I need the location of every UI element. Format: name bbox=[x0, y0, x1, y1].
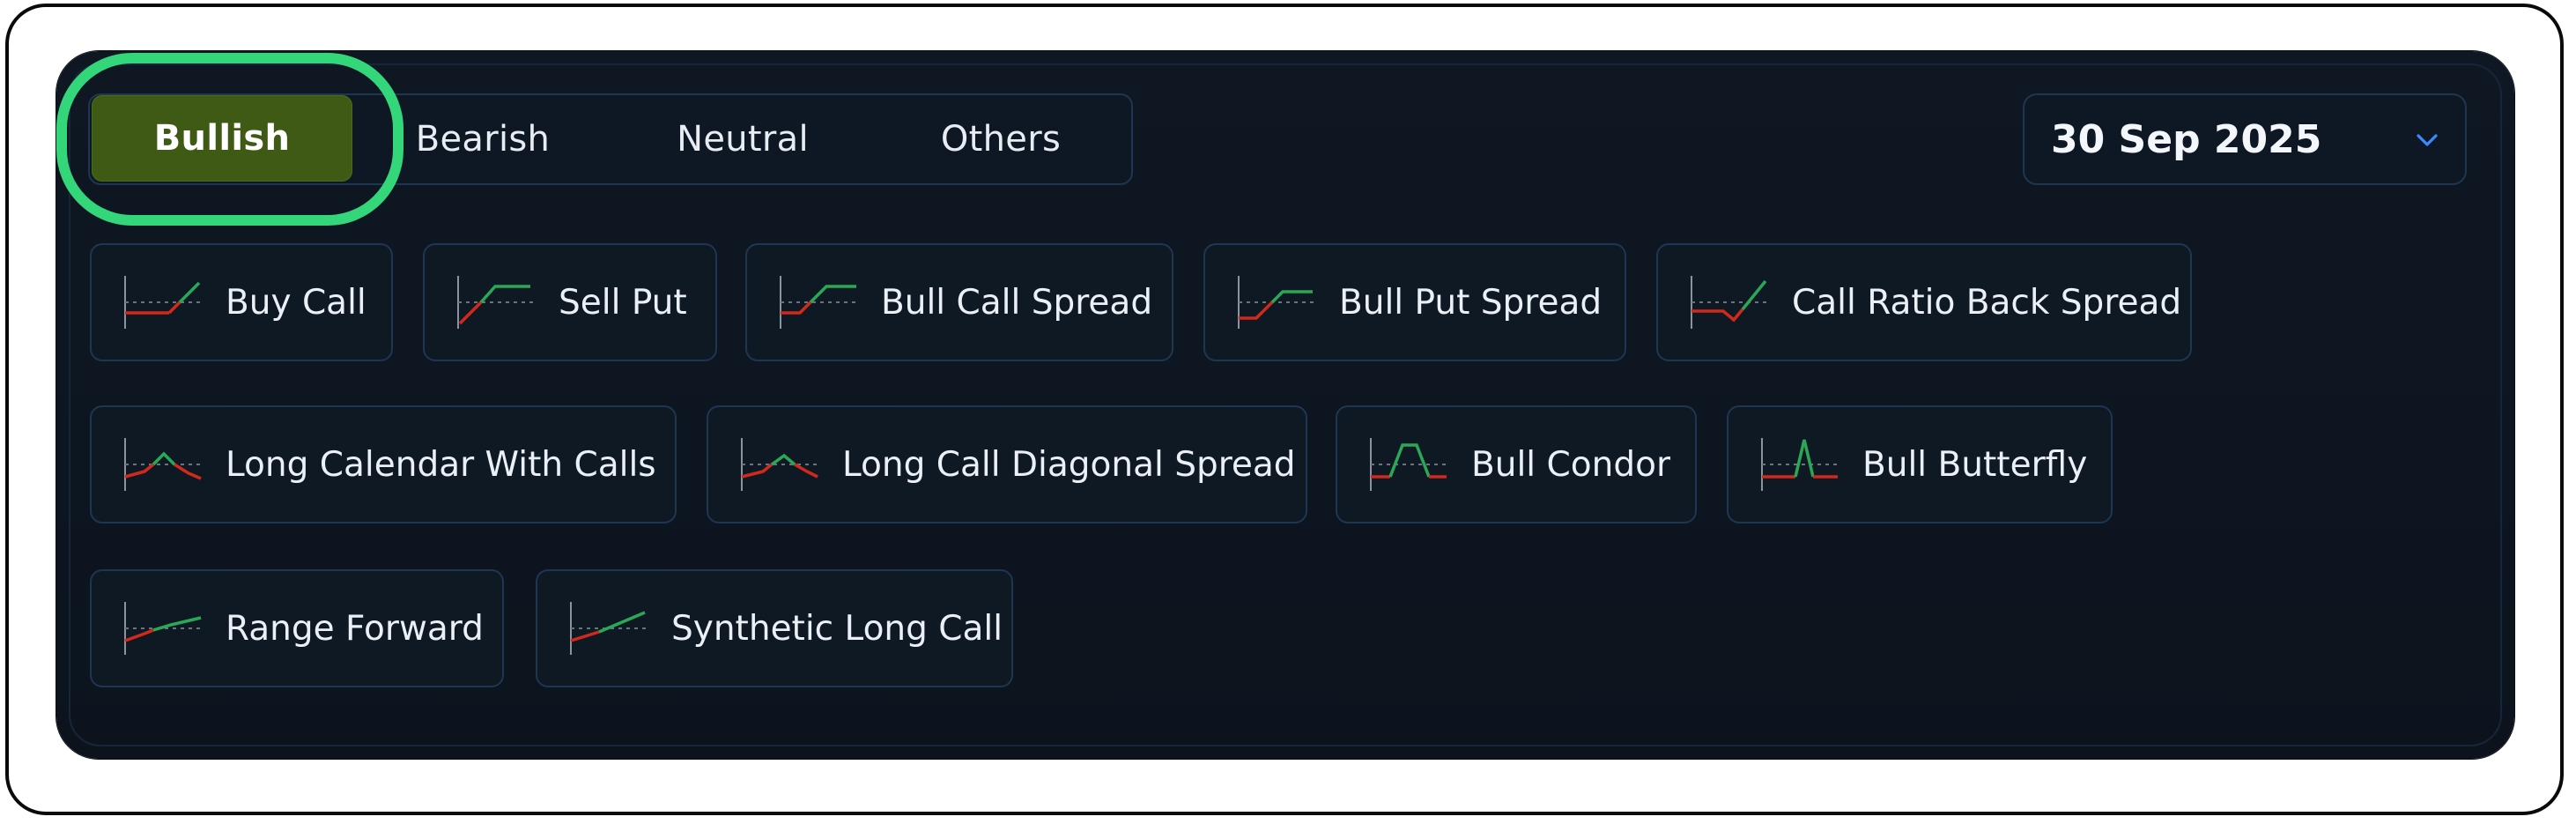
call-ratio-back-spread-payoff-icon bbox=[1691, 276, 1769, 329]
strategy-label: Long Call Diagonal Spread bbox=[842, 444, 1296, 485]
strategy-long-calendar-with-calls[interactable]: Long Calendar With Calls bbox=[90, 405, 677, 523]
strategy-long-call-diagonal-spread[interactable]: Long Call Diagonal Spread bbox=[707, 405, 1307, 523]
strategy-label: Synthetic Long Call bbox=[671, 608, 1003, 649]
bull-put-spread-payoff-icon bbox=[1238, 276, 1316, 329]
strategy-label: Long Calendar With Calls bbox=[226, 444, 656, 485]
expiry-date-value: 30 Sep 2025 bbox=[2051, 116, 2322, 162]
strategy-bull-put-spread[interactable]: Bull Put Spread bbox=[1203, 243, 1626, 361]
tab-others[interactable]: Others bbox=[883, 93, 1119, 185]
tab-bearish[interactable]: Bearish bbox=[370, 93, 596, 185]
strategy-call-ratio-back-spread[interactable]: Call Ratio Back Spread bbox=[1656, 243, 2192, 361]
long-calendar-with-calls-payoff-icon bbox=[124, 438, 203, 491]
strategy-label: Sell Put bbox=[559, 282, 687, 323]
strategy-bull-condor[interactable]: Bull Condor bbox=[1336, 405, 1697, 523]
bull-butterfly-payoff-icon bbox=[1761, 438, 1839, 491]
tab-bullish[interactable]: Bullish bbox=[92, 95, 352, 182]
strategy-synthetic-long-call[interactable]: Synthetic Long Call bbox=[536, 569, 1013, 687]
strategy-label: Bull Call Spread bbox=[881, 282, 1153, 323]
chevron-down-icon bbox=[2417, 134, 2438, 146]
strategy-label: Bull Butterfly bbox=[1862, 444, 2088, 485]
strategy-label: Call Ratio Back Spread bbox=[1792, 282, 2182, 323]
strategy-sell-put[interactable]: Sell Put bbox=[423, 243, 717, 361]
strategy-buy-call[interactable]: Buy Call bbox=[90, 243, 393, 361]
tab-neutral[interactable]: Neutral bbox=[617, 93, 869, 185]
range-forward-payoff-icon bbox=[124, 602, 203, 655]
long-call-diagonal-spread-payoff-icon bbox=[741, 438, 819, 491]
strategy-bull-call-spread[interactable]: Bull Call Spread bbox=[745, 243, 1173, 361]
strategy-label: Range Forward bbox=[226, 608, 484, 649]
strategy-bull-butterfly[interactable]: Bull Butterfly bbox=[1727, 405, 2113, 523]
strategy-label: Buy Call bbox=[226, 282, 366, 323]
buy-call-payoff-icon bbox=[124, 276, 203, 329]
sell-put-payoff-icon bbox=[457, 276, 536, 329]
strategy-range-forward[interactable]: Range Forward bbox=[90, 569, 504, 687]
bull-condor-payoff-icon bbox=[1370, 438, 1448, 491]
synthetic-long-call-payoff-icon bbox=[570, 602, 648, 655]
expiry-date-select[interactable]: 30 Sep 2025 bbox=[2023, 93, 2467, 185]
bull-call-spread-payoff-icon bbox=[780, 276, 858, 329]
strategy-label: Bull Put Spread bbox=[1339, 282, 1603, 323]
strategy-label: Bull Condor bbox=[1471, 444, 1671, 485]
